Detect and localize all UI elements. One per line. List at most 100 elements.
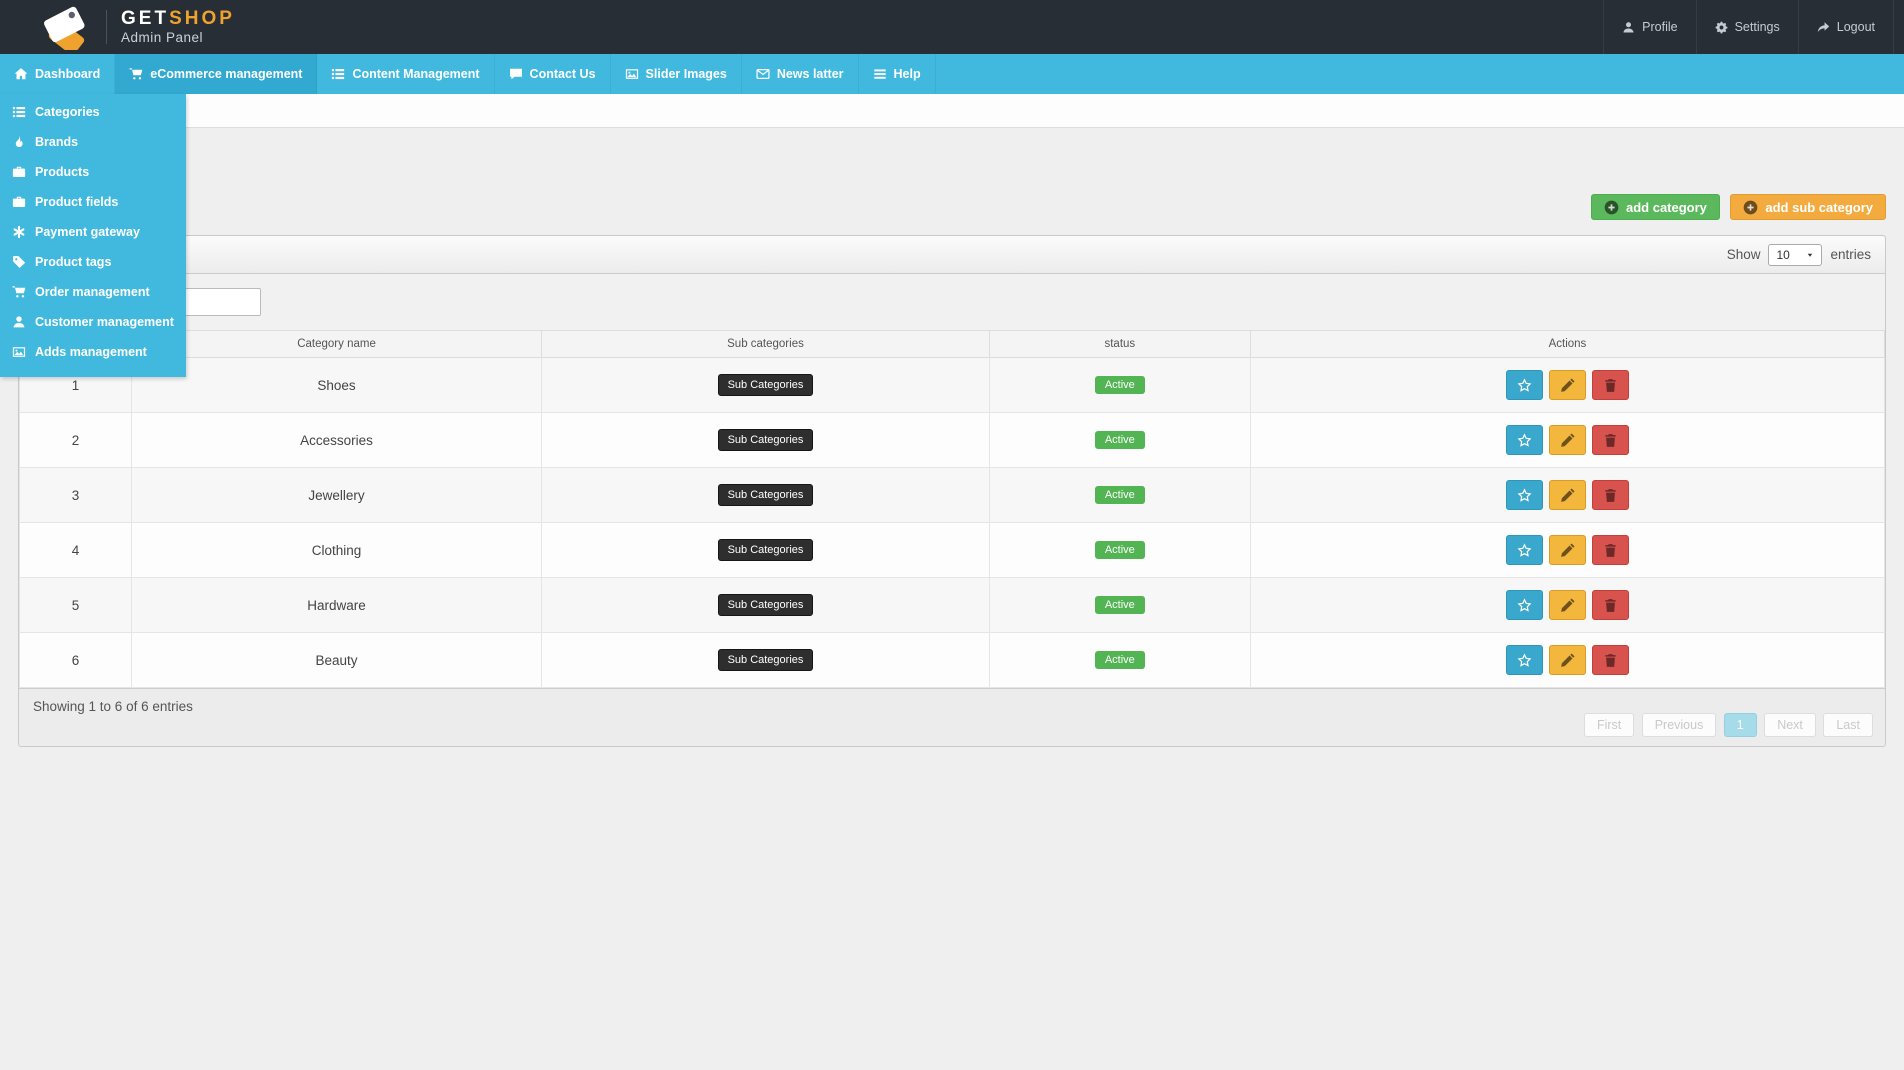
delete-button[interactable] [1592, 370, 1629, 400]
dropdown-item-product-fields[interactable]: Product fields [0, 187, 186, 217]
nav-item-contact-us[interactable]: Contact Us [495, 54, 611, 94]
settings-menu-item[interactable]: Settings [1696, 0, 1798, 54]
nav-item-content-management[interactable]: Content Management [317, 54, 494, 94]
row-number: 5 [20, 578, 132, 633]
table-row: 3 Jewellery Sub Categories Active [20, 468, 1885, 523]
settings-label: Settings [1735, 20, 1780, 34]
add-sub-category-button[interactable]: add sub category [1730, 194, 1886, 220]
ecommerce-dropdown-menu: Categories Brands Products Product field… [0, 94, 186, 377]
sub-categories-button[interactable]: Sub Categories [718, 374, 814, 396]
dropdown-item-products[interactable]: Products [0, 157, 186, 187]
dropdown-item-categories[interactable]: Categories [0, 97, 186, 127]
logout-menu-item[interactable]: Logout [1798, 0, 1894, 54]
table-row: 6 Beauty Sub Categories Active [20, 633, 1885, 688]
pagination-last-button[interactable]: Last [1823, 713, 1873, 737]
delete-button[interactable] [1592, 590, 1629, 620]
edit-button[interactable] [1549, 425, 1586, 455]
nav-item-news-latter[interactable]: News latter [742, 54, 859, 94]
nav-label: Contact Us [530, 67, 596, 81]
trash-icon [1603, 653, 1618, 668]
nav-item-dashboard[interactable]: Dashboard [0, 54, 115, 94]
feature-button[interactable] [1506, 645, 1543, 675]
main-navbar: Dashboard eCommerce management Categorie… [0, 54, 1904, 94]
add-category-button[interactable]: add category [1591, 194, 1720, 220]
delete-button[interactable] [1592, 480, 1629, 510]
pagination-next-button[interactable]: Next [1764, 713, 1816, 737]
row-actions [1506, 425, 1629, 455]
getshop-admin-page: GETSHOP Admin Panel Profile Settings Log… [0, 0, 1904, 1070]
star-icon [1517, 488, 1532, 503]
feature-button[interactable] [1506, 480, 1543, 510]
nav-item-slider-images[interactable]: Slider Images [611, 54, 742, 94]
feature-button[interactable] [1506, 370, 1543, 400]
tag-icon [12, 255, 26, 269]
sub-categories-button[interactable]: Sub Categories [718, 484, 814, 506]
delete-button[interactable] [1592, 425, 1629, 455]
dropdown-item-brands[interactable]: Brands [0, 127, 186, 157]
sub-categories-button[interactable]: Sub Categories [718, 429, 814, 451]
pencil-icon [1560, 598, 1575, 613]
mail-icon [756, 67, 770, 81]
edit-button[interactable] [1549, 535, 1586, 565]
table-header-row: # Category name Sub categories status Ac… [20, 331, 1885, 358]
sub-categories-button[interactable]: Sub Categories [718, 649, 814, 671]
category-name: Shoes [131, 358, 541, 413]
panel-header: Categories Show 10 entries [19, 236, 1885, 274]
dropdown-item-product-tags[interactable]: Product tags [0, 247, 186, 277]
trash-icon [1603, 433, 1618, 448]
delete-button[interactable] [1592, 535, 1629, 565]
category-name: Jewellery [131, 468, 541, 523]
pagination-page-1-button[interactable]: 1 [1724, 713, 1757, 737]
sub-categories-button[interactable]: Sub Categories [718, 539, 814, 561]
getshop-logo[interactable]: GETSHOP Admin Panel [40, 4, 235, 50]
show-label: Show [1727, 247, 1761, 262]
asterisk-icon [12, 225, 26, 239]
menu-icon [873, 67, 887, 81]
category-name: Beauty [131, 633, 541, 688]
status-badge: Active [1095, 376, 1145, 394]
topbar-menu: Profile Settings Logout [1603, 0, 1894, 54]
edit-button[interactable] [1549, 590, 1586, 620]
dropdown-item-order-management[interactable]: Order management [0, 277, 186, 307]
pencil-icon [1560, 543, 1575, 558]
dropdown-item-payment-gateway[interactable]: Payment gateway [0, 217, 186, 247]
logo-get: GET [121, 8, 169, 29]
dropdown-item-adds-management[interactable]: Adds management [0, 337, 186, 367]
person-icon [1622, 21, 1635, 34]
pagination-first-button[interactable]: First [1584, 713, 1634, 737]
dropdown-item-customer-management[interactable]: Customer management [0, 307, 186, 337]
edit-button[interactable] [1549, 370, 1586, 400]
image-icon [625, 67, 639, 81]
edit-button[interactable] [1549, 645, 1586, 675]
nav-label: Dashboard [35, 67, 100, 81]
delete-button[interactable] [1592, 645, 1629, 675]
logout-icon [1817, 21, 1830, 34]
feature-button[interactable] [1506, 425, 1543, 455]
sub-categories-button[interactable]: Sub Categories [718, 594, 814, 616]
row-actions [1506, 370, 1629, 400]
pencil-icon [1560, 653, 1575, 668]
page-size-select[interactable]: 10 [1768, 244, 1822, 266]
list-icon [12, 105, 26, 119]
briefcase-icon [12, 165, 26, 179]
pagination-previous-button[interactable]: Previous [1642, 713, 1717, 737]
nav-label: News latter [777, 67, 844, 81]
nav-item-ecommerce-management[interactable]: eCommerce management [115, 54, 317, 94]
col-status: status [989, 331, 1250, 358]
fire-icon [12, 135, 26, 149]
profile-menu-item[interactable]: Profile [1603, 0, 1695, 54]
table-row: 5 Hardware Sub Categories Active [20, 578, 1885, 633]
edit-button[interactable] [1549, 480, 1586, 510]
topbar: GETSHOP Admin Panel Profile Settings Log… [0, 0, 1904, 54]
star-icon [1517, 598, 1532, 613]
feature-button[interactable] [1506, 535, 1543, 565]
row-number: 6 [20, 633, 132, 688]
feature-button[interactable] [1506, 590, 1543, 620]
status-badge: Active [1095, 486, 1145, 504]
nav-item-help[interactable]: Help [859, 54, 936, 94]
category-name: Hardware [131, 578, 541, 633]
logo-text: GETSHOP Admin Panel [121, 9, 235, 45]
col-category-name: Category name [131, 331, 541, 358]
categories-panel: Categories Show 10 entries Search: [18, 235, 1886, 747]
chat-icon [509, 67, 523, 81]
